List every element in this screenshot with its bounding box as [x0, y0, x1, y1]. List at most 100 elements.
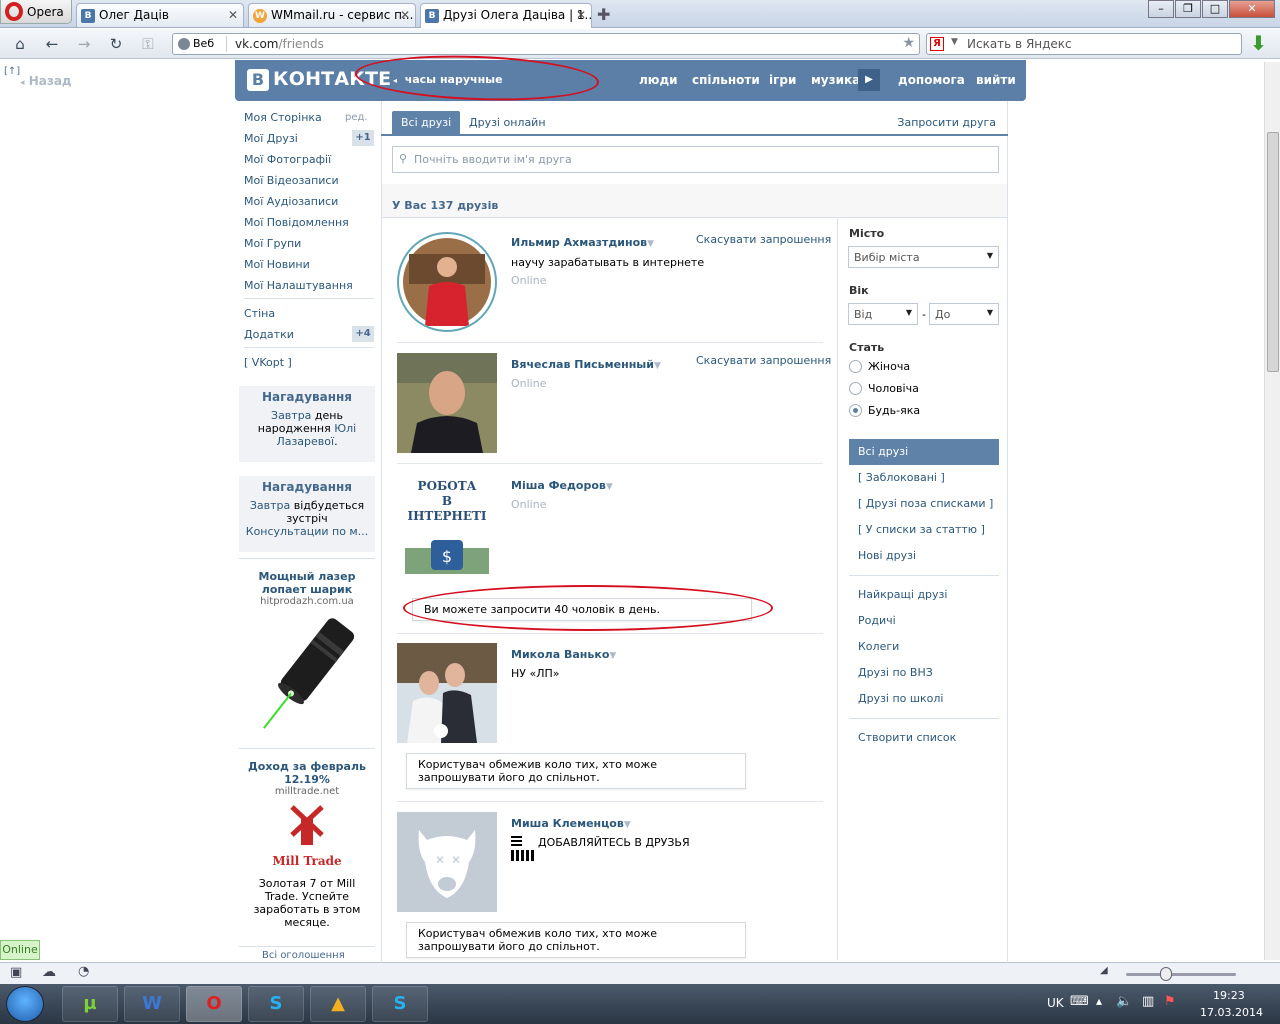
key-icon[interactable]: ⚿: [138, 34, 158, 54]
skype-taskbar-icon-2[interactable]: S: [372, 986, 428, 1022]
back-icon[interactable]: ←: [42, 34, 62, 54]
friend-photo[interactable]: РОБОТА В ІНТЕРНЕТІ $: [397, 474, 497, 574]
friend-name[interactable]: Миша Клеменцов▼: [511, 817, 631, 830]
zoom-out-icon[interactable]: ◢: [1100, 965, 1108, 976]
skype-taskbar-icon[interactable]: S: [248, 986, 304, 1022]
reminder-date-link[interactable]: Завтра: [250, 499, 290, 512]
all-ads-link[interactable]: Всі оголошення: [262, 950, 345, 961]
browser-tab-3-active[interactable]: В Друзі Олега Даціва | 1... ✕: [420, 3, 592, 28]
browser-tab-2[interactable]: W WMmail.ru - сервис п... ✕: [248, 3, 416, 27]
friend-name[interactable]: Микола Ванько▼: [511, 648, 616, 661]
age-from-select[interactable]: Від ▼: [848, 303, 918, 325]
reminder-date-link[interactable]: Завтра: [271, 409, 311, 422]
menu-my-news[interactable]: Мої Новини: [244, 258, 310, 271]
action-center-icon[interactable]: ⚑: [1164, 994, 1176, 1009]
ad-milltrade[interactable]: Доход за февраль 12.19% milltrade.net Mi…: [239, 760, 375, 929]
section-by-gender[interactable]: [ У списки за статтю ]: [858, 523, 985, 536]
cloud-icon[interactable]: ☁: [42, 964, 56, 980]
browser-tab-1[interactable]: В Олег Даців ✕: [76, 3, 244, 27]
list-school[interactable]: Друзі по школі: [858, 692, 943, 705]
tab-close-icon[interactable]: ✕: [576, 8, 586, 22]
menu-my-page[interactable]: Моя Сторінка: [244, 111, 322, 124]
restore-icon[interactable]: ❐: [1175, 0, 1201, 18]
word-taskbar-icon[interactable]: W: [124, 986, 180, 1022]
start-button-icon[interactable]: [6, 986, 44, 1022]
friend-name[interactable]: Вячеслав Письменный▼: [511, 358, 661, 371]
list-relatives[interactable]: Родичі: [858, 614, 896, 627]
section-all-friends[interactable]: Всі друзі: [849, 439, 999, 465]
volume-icon[interactable]: 🔈: [1116, 994, 1132, 1009]
milltrade-logo[interactable]: Mill Trade: [262, 801, 352, 871]
section-blocked[interactable]: [ Заблоковані ]: [858, 471, 945, 484]
friend-photo[interactable]: ✕ ✕: [397, 812, 497, 912]
friend-menu-arrow-icon[interactable]: ▼: [647, 239, 654, 249]
tab-friends-online[interactable]: Друзі онлайн: [460, 111, 555, 134]
menu-wall[interactable]: Стіна: [244, 307, 275, 320]
age-to-select[interactable]: До ▼: [929, 303, 999, 325]
friend-photo[interactable]: [397, 643, 497, 743]
menu-my-groups[interactable]: Мої Групи: [244, 237, 301, 250]
keyboard-icon[interactable]: ⌨: [1070, 994, 1089, 1009]
opera-taskbar-icon[interactable]: O: [186, 986, 242, 1022]
panel-toggle-icon[interactable]: ▣: [10, 965, 22, 980]
friend-menu-arrow-icon[interactable]: ▼: [609, 651, 616, 661]
nav-help[interactable]: допомога: [898, 73, 965, 87]
create-list-link[interactable]: Створити список: [858, 731, 956, 744]
menu-my-audio[interactable]: Мої Аудіозаписи: [244, 195, 338, 208]
ad-laser[interactable]: Мощный лазер лопает шарик hitprodazh.com…: [239, 570, 375, 733]
list-university[interactable]: Друзі по ВНЗ: [858, 666, 933, 679]
cancel-invite-link[interactable]: Скасувати запрошення: [696, 354, 831, 367]
tab-all-friends[interactable]: Всі друзі: [392, 111, 461, 134]
laser-image[interactable]: [257, 613, 357, 733]
nav-communities[interactable]: спільноти: [692, 73, 760, 87]
speed-dial-icon[interactable]: ◔: [78, 964, 89, 979]
nav-logout[interactable]: вийти: [976, 73, 1016, 87]
sex-female-label[interactable]: Жіноча: [868, 360, 910, 373]
sex-male-radio[interactable]: [849, 382, 862, 395]
cancel-invite-link[interactable]: Скасувати запрошення: [696, 233, 831, 246]
menu-vkopt[interactable]: [ VKopt ]: [244, 356, 292, 369]
sex-any-radio[interactable]: [849, 404, 862, 417]
maximize-icon[interactable]: □: [1202, 0, 1228, 18]
city-select[interactable]: Вибір міста ▼: [848, 246, 999, 268]
ad-title[interactable]: Доход за февраль 12.19%: [239, 760, 375, 786]
menu-my-settings[interactable]: Мої Налаштування: [244, 279, 353, 292]
vk-logo-icon[interactable]: В: [247, 69, 269, 91]
music-play-icon[interactable]: ▶: [858, 69, 880, 91]
aimp-taskbar-icon[interactable]: ▲: [310, 986, 366, 1022]
new-tab-icon[interactable]: ✚: [597, 5, 610, 24]
reminder-event-link[interactable]: Консультации по м...: [246, 525, 368, 538]
forward-icon[interactable]: →: [74, 34, 94, 54]
home-icon[interactable]: ⌂: [10, 34, 30, 54]
menu-my-photos[interactable]: Мої Фотографії: [244, 153, 331, 166]
friend-search-input[interactable]: ⚲ Почніть вводити ім'я друга: [392, 146, 999, 173]
back-link[interactable]: ◂ Назад: [20, 74, 72, 88]
minimize-icon[interactable]: –: [1148, 0, 1174, 18]
yandex-search-field[interactable]: Я ▼ Искать в Яндекс: [926, 33, 1242, 55]
utorrent-taskbar-icon[interactable]: µ: [62, 986, 118, 1022]
menu-my-messages[interactable]: Мої Повідомлення: [244, 216, 349, 229]
web-badge[interactable]: Веб: [175, 36, 227, 52]
zoom-slider[interactable]: [1126, 973, 1236, 976]
section-unlisted[interactable]: [ Друзі поза списками ]: [858, 497, 993, 510]
tray-expand-icon[interactable]: ▴: [1096, 994, 1102, 1008]
sex-female-radio[interactable]: [849, 360, 862, 373]
friend-menu-arrow-icon[interactable]: ▼: [654, 361, 661, 371]
ad-title[interactable]: Мощный лазер лопает шарик: [239, 570, 375, 596]
friend-name[interactable]: Міша Федоров▼: [511, 479, 613, 492]
sex-any-label[interactable]: Будь-яка: [868, 404, 920, 417]
bookmark-star-icon[interactable]: ★: [902, 35, 915, 51]
apps-badge[interactable]: +4: [352, 326, 374, 342]
download-icon[interactable]: ⬇: [1250, 33, 1268, 53]
close-window-icon[interactable]: ✕: [1229, 0, 1275, 18]
opera-menu-button[interactable]: Opera: [0, 0, 72, 24]
section-new-friends[interactable]: Нові друзі: [858, 549, 916, 562]
zoom-slider-knob[interactable]: [1160, 967, 1172, 981]
clock-date[interactable]: 17.03.2014: [1200, 1006, 1263, 1019]
nav-games[interactable]: ігри: [769, 73, 796, 87]
nav-people[interactable]: люди: [639, 73, 678, 87]
page-scrollbar[interactable]: [1264, 62, 1280, 960]
search-engine-dropdown-icon[interactable]: ▼: [951, 37, 958, 47]
network-icon[interactable]: ▥: [1142, 994, 1154, 1009]
nav-music[interactable]: музика: [811, 73, 860, 87]
